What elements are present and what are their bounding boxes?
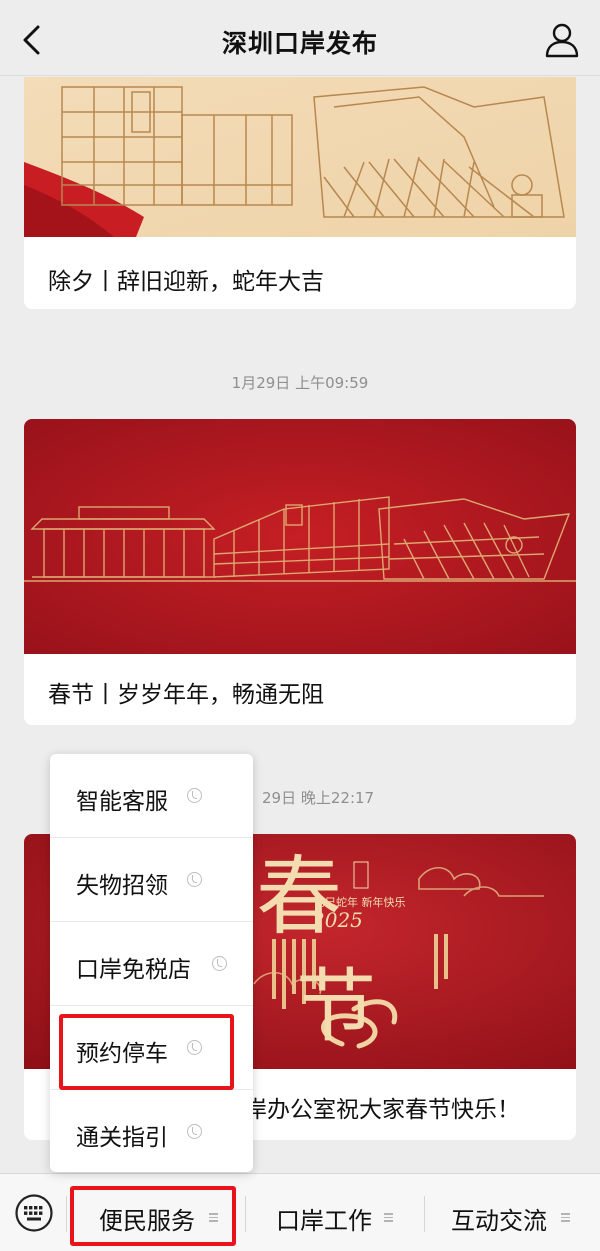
article-card-2[interactable]: 春节丨岁岁年年，畅通无阻: [24, 419, 576, 725]
message-timestamp: 1月29日 上午09:59: [231, 374, 369, 392]
menu-item-label: 智能客服: [76, 789, 168, 815]
submenu-lines-icon: [209, 1213, 218, 1222]
menu-item-duty-free[interactable]: 口岸免税店: [50, 922, 253, 1006]
article-title: 岸办公室祝大家春节快乐！: [244, 1097, 520, 1123]
menu-item-label: 通关指引: [76, 1125, 168, 1151]
menu-item-customs-guide[interactable]: 通关指引: [50, 1090, 253, 1174]
article-title: 春节丨岁岁年年，畅通无阻: [48, 682, 324, 708]
back-arrow-icon: [23, 25, 40, 55]
menu-item-smart-service[interactable]: 智能客服: [50, 754, 253, 838]
submenu-lines-icon: [561, 1213, 570, 1222]
mini-program-icon: [187, 872, 202, 887]
cover-greeting: 乙巳蛇年 新年快乐: [314, 895, 406, 909]
mini-program-icon: [187, 788, 202, 803]
menu-tab-convenience-service[interactable]: 便民服务: [67, 1174, 245, 1251]
article-cover-image: [24, 419, 576, 654]
article-card-1[interactable]: 除夕丨辞旧迎新，蛇年大吉: [24, 77, 576, 309]
service-popup-menu: 智能客服 失物招领 口岸免税店 预约停车 通关指引: [50, 754, 253, 1172]
mini-program-icon: [212, 956, 227, 971]
message-timestamp: 29日 晚上22:17: [262, 789, 375, 807]
menu-item-label: 预约停车: [76, 1041, 168, 1067]
menu-item-parking-reservation[interactable]: 预约停车: [50, 1006, 253, 1090]
back-button[interactable]: [14, 22, 54, 58]
menu-item-lost-found[interactable]: 失物招领: [50, 838, 253, 922]
keyboard-icon: [15, 1194, 53, 1232]
cover-char-jie: 节: [296, 960, 376, 1053]
menu-tab-interaction[interactable]: 互动交流: [425, 1174, 600, 1251]
submenu-lines-icon: [384, 1213, 393, 1222]
keyboard-toggle-button[interactable]: [14, 1193, 54, 1233]
menu-tab-port-work[interactable]: 口岸工作: [246, 1174, 424, 1251]
menu-item-label: 口岸免税店: [76, 957, 191, 983]
menu-item-label: 失物招领: [76, 873, 168, 899]
menu-tab-label: 互动交流: [451, 1207, 547, 1235]
profile-button[interactable]: [542, 20, 582, 60]
page-title: 深圳口岸发布: [221, 29, 378, 58]
article-cover-image: [24, 77, 576, 237]
bottom-menu-bar: 便民服务 口岸工作 互动交流: [0, 1173, 600, 1251]
mini-program-icon: [187, 1124, 202, 1139]
top-nav-bar: 深圳口岸发布: [0, 0, 600, 76]
article-title: 除夕丨辞旧迎新，蛇年大吉: [48, 269, 324, 295]
person-icon: [545, 23, 579, 58]
menu-tab-label: 便民服务: [99, 1207, 195, 1235]
mini-program-icon: [187, 1040, 202, 1055]
cover-year: 2025: [311, 908, 363, 932]
menu-tab-label: 口岸工作: [276, 1207, 372, 1235]
